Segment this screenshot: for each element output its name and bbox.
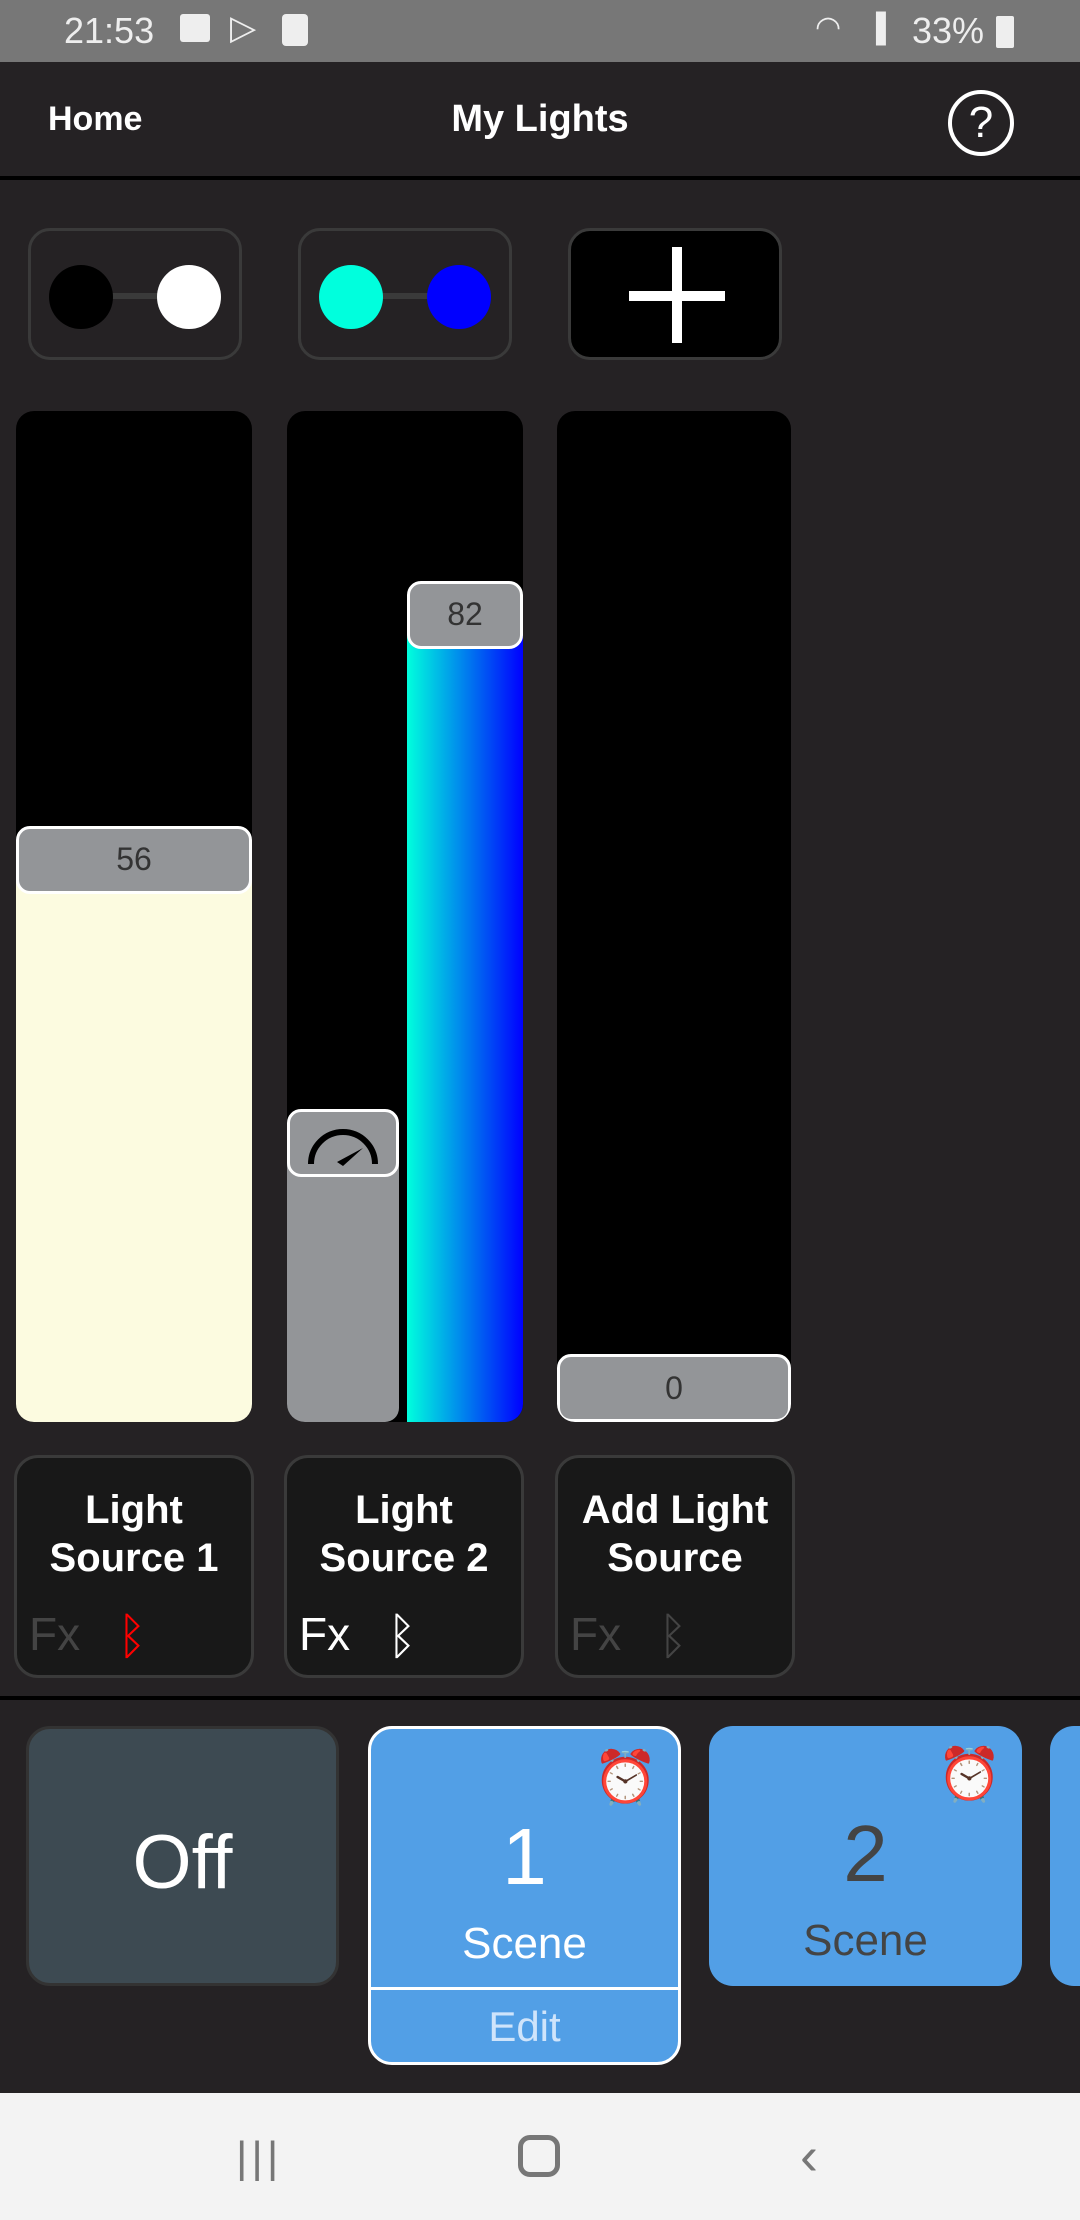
fx-button[interactable]: Fx [570,1607,621,1661]
scene-button-partial[interactable] [1050,1726,1080,1986]
battery-icon [996,16,1014,48]
brightness-slider-3[interactable]: 0 [557,411,791,1422]
card-name: Source 1 [49,1536,219,1580]
speed-slider-fill [287,1142,399,1422]
bluetooth-icon: ᛒ [117,1608,147,1664]
alarm-clock-icon[interactable]: ⏰ [937,1744,1002,1805]
card-name: Add Light [581,1488,769,1532]
navigation-bar: ||| ‹ [0,2093,1080,2220]
divider [0,1696,1080,1700]
color-dot-start [49,265,113,329]
signal-icon: ▐ [866,12,886,43]
recent-apps-icon[interactable]: ||| [236,2133,282,2183]
card-name: Light [355,1488,453,1532]
alarm-clock-icon[interactable]: ⏰ [593,1747,658,1808]
add-light-source-card[interactable]: Add Light Source Fx ᛒ [555,1455,795,1678]
slider-value: 82 [447,596,483,633]
swatch-link [111,293,161,299]
swatch-light-source-2[interactable] [298,228,512,360]
slider-value: 56 [116,841,152,878]
scene-number: 2 [843,1809,888,1898]
color-dot-end [427,265,491,329]
off-button[interactable]: Off [26,1726,339,1986]
off-label: Off [132,1820,233,1905]
wifi-icon: ◠ [815,11,842,44]
gallery-icon [180,14,210,42]
brightness-slider-2-handle[interactable]: 82 [407,580,523,649]
add-swatch-button[interactable] [568,228,782,360]
battery-text: 33% [912,10,985,51]
help-circle-icon[interactable]: ? [948,90,1014,156]
speedometer-icon [308,1128,378,1166]
slider-handle[interactable]: 0 [557,1354,791,1422]
swatch-link [381,293,431,299]
card-name: Source 2 [319,1536,489,1580]
status-bar: 21:53 ▷ ◠ ▐ 33% [0,0,1080,62]
bluetooth-icon: ᛒ [658,1608,688,1664]
light-source-card-2[interactable]: Light Source 2 Fx ᛒ [284,1455,524,1678]
color-dot-end [157,265,221,329]
card-name: Light [85,1488,183,1532]
fx-button[interactable]: Fx [29,1607,80,1661]
edit-divider [371,1987,678,1990]
clock: 21:53 [64,10,155,51]
brightness-slider-1[interactable]: 56 [16,411,252,1422]
brightness-slider-2-fill [407,614,523,1422]
slider-value: 0 [665,1369,683,1406]
card-name: Source [607,1536,743,1580]
slider-handle[interactable]: 56 [16,825,252,894]
scene-number: 1 [502,1812,547,1901]
scene-label: Scene [803,1916,928,1965]
light-source-2-sliders: 82 [287,411,523,1422]
clock-app-icon [282,14,308,46]
app-header: Home My Lights ? [0,62,1080,180]
back-icon[interactable]: ‹ [800,2125,818,2187]
home-nav-icon[interactable] [518,2135,560,2177]
color-dot-start [319,265,383,329]
scene-button-1[interactable]: ⏰ 1 Scene Edit [368,1726,681,2065]
fx-button[interactable]: Fx [299,1607,350,1661]
scene-button-2[interactable]: ⏰ 2 Scene [709,1726,1022,1986]
play-store-icon: ▷ [230,9,257,47]
scene-label: Scene [462,1919,587,1968]
slider-fill [16,859,252,1422]
light-source-card-1[interactable]: Light Source 1 Fx ᛒ [14,1455,254,1678]
edit-button[interactable]: Edit [371,2003,678,2051]
speed-slider-handle[interactable] [287,1108,399,1177]
page-title: My Lights [451,98,629,140]
swatch-light-source-1[interactable] [28,228,242,360]
bluetooth-icon: ᛒ [387,1608,417,1664]
